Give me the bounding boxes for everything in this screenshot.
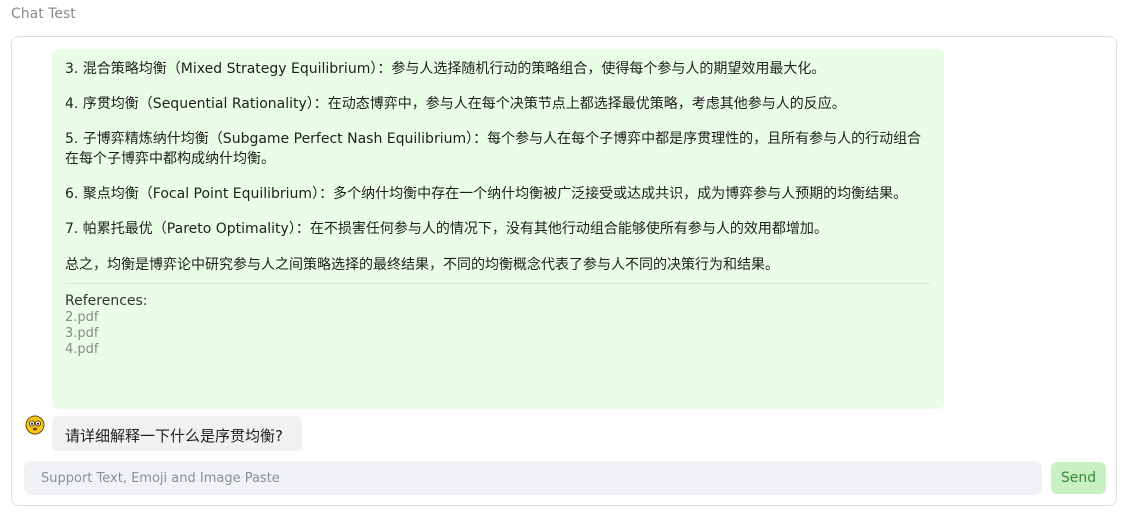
reference-link[interactable]: 4.pdf [65,342,932,358]
chat-panel: 3. 混合策略均衡（Mixed Strategy Equilibrium）：参与… [11,36,1117,506]
reference-link[interactable]: 2.pdf [65,310,932,326]
message-paragraph: 4. 序贯均衡（Sequential Rationality）：在动态博弈中，参… [65,96,846,112]
message-paragraph: 7. 帕累托最优（Pareto Optimality）：在不损害任何参与人的情况… [65,221,828,237]
message-paragraph: 3. 混合策略均衡（Mixed Strategy Equilibrium）：参与… [65,61,826,77]
references-title: References: [65,293,148,309]
message-list[interactable]: 3. 混合策略均衡（Mixed Strategy Equilibrium）：参与… [12,37,1116,451]
message-paragraph: 总之，均衡是博弈论中研究参与人之间策略选择的最终结果，不同的均衡概念代表了参与人… [65,257,779,273]
reference-link[interactable]: 3.pdf [65,326,932,342]
references-divider [65,283,930,284]
message-paragraph: 6. 聚点均衡（Focal Point Equilibrium）：多个纳什均衡中… [65,186,908,202]
message-paragraph: 5. 子博弈精炼纳什均衡（Subgame Perfect Nash Equili… [65,131,922,167]
bot-message: 3. 混合策略均衡（Mixed Strategy Equilibrium）：参与… [52,49,944,409]
emoji-face-icon [25,415,45,435]
page-title: Chat Test [11,6,76,22]
send-button[interactable]: Send [1051,462,1106,494]
message-input[interactable] [24,461,1042,495]
user-message: 请详细解释一下什么是序贯均衡? [52,416,302,451]
